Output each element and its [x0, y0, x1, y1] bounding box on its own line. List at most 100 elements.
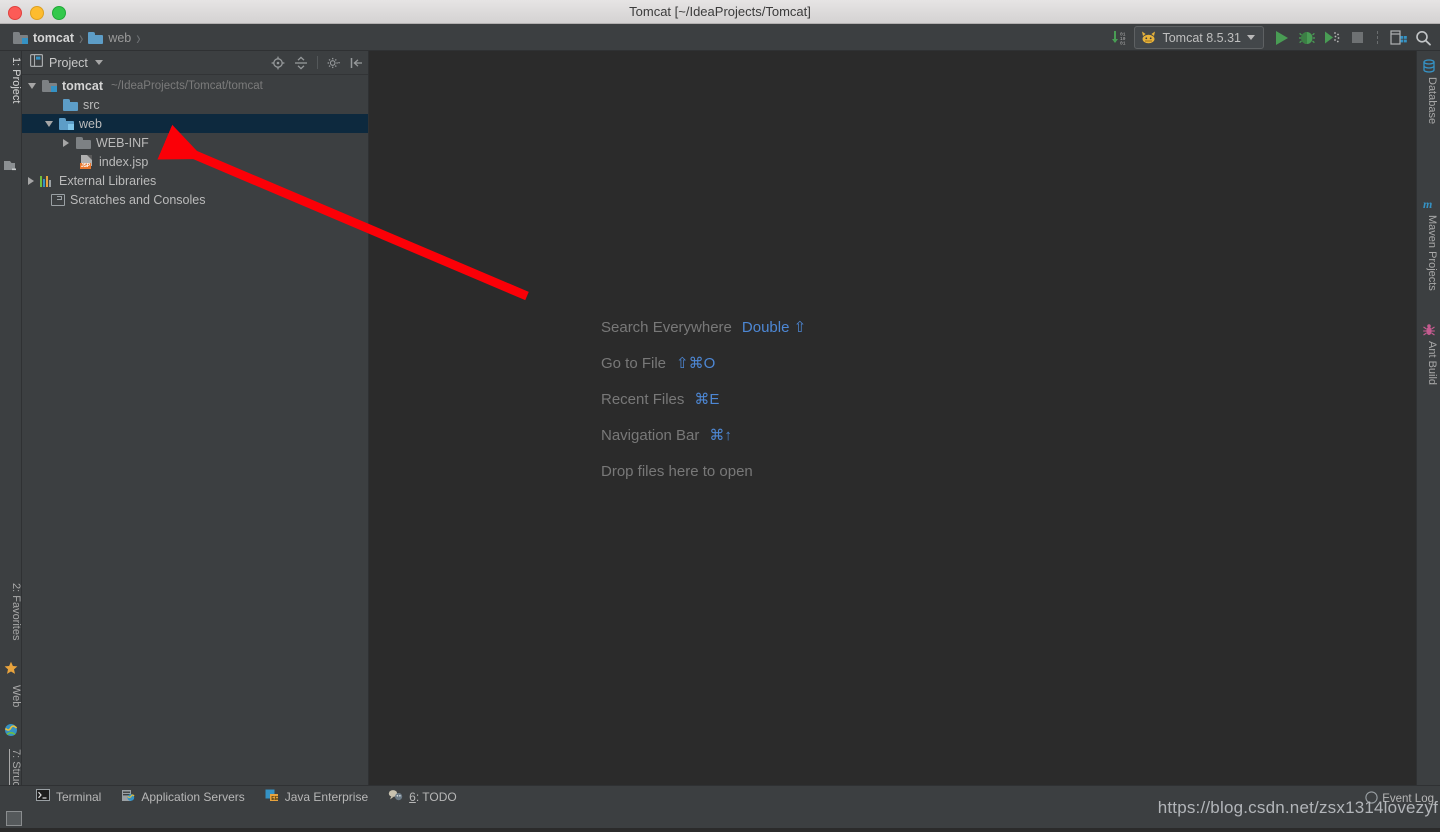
- tomcat-cat-icon: [1142, 31, 1156, 44]
- scratches-icon: [51, 193, 65, 206]
- breadcrumb: tomcat › web ›: [10, 24, 143, 51]
- chevron-down-icon[interactable]: [28, 82, 36, 89]
- tree-node-src[interactable]: src: [22, 95, 368, 114]
- collapse-all-icon[interactable]: [294, 56, 308, 70]
- bottom-tab-label: Terminal: [56, 789, 102, 804]
- hint-search-everywhere: Search Everywhere Double ⇧: [601, 309, 806, 345]
- sidebar-item-label: Ant Build: [1426, 341, 1438, 386]
- sidebar-item-maven-projects[interactable]: Maven Projects: [1418, 215, 1438, 291]
- breadcrumb-item-tomcat[interactable]: tomcat: [10, 24, 77, 51]
- ant-icon: [1422, 323, 1436, 337]
- sidebar-item-label: 1: Project: [10, 57, 22, 104]
- window-title: Tomcat [~/IdeaProjects/Tomcat]: [629, 4, 811, 19]
- select-opened-file-icon[interactable]: [271, 56, 285, 70]
- tree-node-path: ~/IdeaProjects/Tomcat/tomcat: [110, 79, 263, 92]
- breadcrumb-item-web[interactable]: web: [85, 24, 134, 51]
- hint-label: Recent Files: [601, 390, 685, 408]
- run-configuration-selector[interactable]: Tomcat 8.5.31: [1134, 26, 1264, 49]
- project-tool-window: Project tomcat ~/IdeaProjects/Tomcat/tom…: [22, 51, 369, 785]
- hint-label: Navigation Bar: [601, 426, 700, 444]
- chevron-down-icon[interactable]: [94, 60, 103, 65]
- bottom-tab-terminal[interactable]: Terminal: [26, 786, 111, 808]
- run-coverage-button[interactable]: [1321, 27, 1343, 49]
- sidebar-item-label: Web: [10, 685, 22, 708]
- breadcrumb-label: tomcat: [33, 30, 74, 45]
- bottom-tab-java-enterprise[interactable]: EE Java Enterprise: [255, 786, 378, 808]
- tree-node-label: Scratches and Consoles: [70, 192, 206, 207]
- hint-label: Go to File: [601, 354, 667, 372]
- right-tool-window-bar: Database m Maven Projects Ant Build: [1416, 51, 1440, 785]
- tree-node-label: WEB-INF: [96, 135, 149, 150]
- run-configuration-name: Tomcat 8.5.31: [1162, 30, 1241, 45]
- sidebar-item-web[interactable]: Web: [0, 681, 22, 707]
- project-structure-button[interactable]: [1387, 27, 1409, 49]
- hint-label: Search Everywhere: [601, 318, 732, 336]
- left-tool-window-bar: 1: Project 2: Favorites Web 7: Structure: [0, 51, 22, 827]
- search-everywhere-button[interactable]: [1412, 27, 1434, 49]
- project-panel-header: Project: [22, 51, 368, 75]
- bottom-tab-todo[interactable]: 6: TODO: [378, 786, 467, 808]
- tree-node-label: index.jsp: [99, 154, 149, 169]
- bottom-tab-label: Application Servers: [141, 789, 245, 804]
- hint-shortcut: ⌘E: [694, 391, 720, 408]
- bottom-tab-label: Java Enterprise: [284, 789, 369, 804]
- tree-node-label: web: [79, 116, 102, 131]
- bottom-tab-application-servers[interactable]: Application Servers: [111, 786, 254, 808]
- hint-drop-files: Drop files here to open: [601, 453, 806, 489]
- maven-m-icon: m: [1422, 197, 1436, 211]
- chevron-down-icon[interactable]: [45, 120, 53, 127]
- memory-indicator[interactable]: [6, 811, 22, 826]
- sidebar-item-project[interactable]: 1: Project: [0, 53, 22, 103]
- hint-recent-files: Recent Files ⌘E: [601, 381, 806, 417]
- database-icon: [1422, 59, 1436, 73]
- tree-node-index-jsp[interactable]: JSP index.jsp: [22, 152, 368, 171]
- project-panel-scrollbar[interactable]: [22, 775, 368, 785]
- window-titlebar: Tomcat [~/IdeaProjects/Tomcat]: [0, 0, 1440, 24]
- java-enterprise-icon: EE: [265, 789, 279, 805]
- jsp-badge-label: JSP: [80, 162, 91, 169]
- hint-shortcut: ⌘↑: [709, 427, 732, 444]
- hide-panel-icon[interactable]: [350, 56, 364, 70]
- chevron-right-icon[interactable]: [28, 176, 34, 185]
- toolbar-divider: [1377, 31, 1378, 44]
- web-globe-icon: [4, 723, 18, 737]
- project-view-icon: [30, 53, 44, 72]
- terminal-icon: [36, 789, 50, 804]
- project-panel-toolbar: [271, 51, 364, 74]
- tree-node-external-libraries[interactable]: External Libraries: [22, 171, 368, 190]
- breadcrumb-separator: ›: [136, 26, 141, 49]
- run-button[interactable]: [1271, 27, 1293, 49]
- breadcrumb-separator: ›: [78, 26, 84, 49]
- idea-window: Tomcat [~/IdeaProjects/Tomcat] tomcat › …: [0, 0, 1440, 828]
- chevron-down-icon[interactable]: [1247, 35, 1255, 40]
- tree-node-scratches-and-consoles[interactable]: Scratches and Consoles: [22, 190, 368, 209]
- sidebar-item-favorites[interactable]: 2: Favorites: [0, 579, 22, 640]
- sidebar-item-ant-build[interactable]: Ant Build: [1418, 341, 1438, 385]
- todo-label-rest: : TODO: [415, 789, 457, 804]
- svg-text:m: m: [1423, 197, 1432, 211]
- settings-gear-icon[interactable]: [327, 56, 341, 70]
- web-folder-icon: [59, 117, 74, 130]
- star-icon: [4, 661, 18, 675]
- hint-shortcut: ⇧⌘O: [676, 355, 716, 372]
- tree-node-web-inf[interactable]: WEB-INF: [22, 133, 368, 152]
- module-folder-icon: [13, 31, 28, 44]
- todo-icon: [388, 789, 403, 805]
- watermark-url: https://blog.csdn.net/zsx1314lovezyf: [1157, 798, 1438, 817]
- application-servers-icon: [121, 789, 135, 805]
- todo-count: 6: [409, 789, 416, 804]
- sidebar-item-database[interactable]: Database: [1418, 77, 1438, 124]
- sidebar-item-label: 2: Favorites: [10, 583, 22, 641]
- editor-empty-area: Search Everywhere Double ⇧ Go to File ⇧⌘…: [369, 51, 1416, 785]
- debug-button[interactable]: [1296, 27, 1318, 49]
- main-toolbar: 01 10 01 Tomcat 8.5.31: [1109, 24, 1434, 51]
- tree-node-tomcat[interactable]: tomcat ~/IdeaProjects/Tomcat/tomcat: [22, 76, 368, 95]
- folder-icon: [76, 136, 91, 149]
- update-running-application-icon[interactable]: 01 10 01: [1109, 27, 1131, 49]
- stop-button[interactable]: [1346, 27, 1368, 49]
- module-folder-icon: [42, 79, 57, 92]
- svg-text:01: 01: [1120, 41, 1126, 46]
- tree-node-web[interactable]: web: [22, 114, 368, 133]
- svg-text:EE: EE: [271, 796, 279, 802]
- chevron-right-icon[interactable]: [63, 138, 69, 147]
